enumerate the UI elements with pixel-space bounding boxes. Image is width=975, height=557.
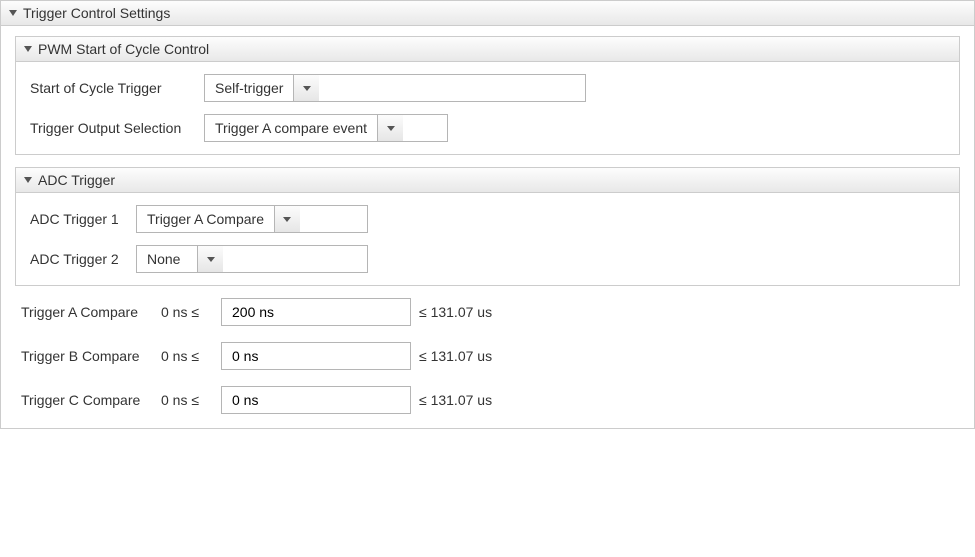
adc-trigger-header[interactable]: ADC Trigger — [16, 168, 959, 193]
trigger-b-compare-row: Trigger B Compare 0 ns ≤ ≤ 131.07 us — [15, 342, 960, 370]
chevron-down-icon — [303, 86, 311, 91]
combo-button[interactable] — [293, 75, 319, 101]
trigger-a-compare-input[interactable] — [221, 298, 411, 326]
start-of-cycle-trigger-label: Start of Cycle Trigger — [30, 80, 194, 96]
trigger-control-settings-header[interactable]: Trigger Control Settings — [1, 1, 974, 26]
adc-trigger-1-label: ADC Trigger 1 — [30, 211, 126, 227]
adc-trigger-panel: ADC Trigger ADC Trigger 1 Trigger A Comp… — [15, 167, 960, 286]
row-tos: Trigger Output Selection Trigger A compa… — [30, 114, 945, 142]
trigger-c-compare-max: ≤ 131.07 us — [419, 392, 519, 408]
panel-title: Trigger Control Settings — [23, 5, 170, 21]
chevron-down-icon — [24, 46, 32, 52]
chevron-down-icon — [387, 126, 395, 131]
trigger-control-settings-panel: Trigger Control Settings PWM Start of Cy… — [0, 0, 975, 429]
chevron-down-icon — [207, 257, 215, 262]
trigger-c-compare-row: Trigger C Compare 0 ns ≤ ≤ 131.07 us — [15, 386, 960, 414]
adc-trigger-2-label: ADC Trigger 2 — [30, 251, 126, 267]
combo-button[interactable] — [377, 115, 403, 141]
combo-text: None — [137, 246, 197, 272]
pwm-start-of-cycle-panel: PWM Start of Cycle Control Start of Cycl… — [15, 36, 960, 155]
chevron-down-icon — [24, 177, 32, 183]
trigger-b-compare-max: ≤ 131.07 us — [419, 348, 519, 364]
trigger-a-compare-min: 0 ns ≤ — [161, 304, 213, 320]
pwm-start-of-cycle-header[interactable]: PWM Start of Cycle Control — [16, 37, 959, 62]
trigger-b-compare-label: Trigger B Compare — [21, 348, 153, 364]
chevron-down-icon — [283, 217, 291, 222]
subpanel-title: PWM Start of Cycle Control — [38, 41, 209, 57]
trigger-b-compare-input[interactable] — [221, 342, 411, 370]
trigger-a-compare-max: ≤ 131.07 us — [419, 304, 519, 320]
trigger-c-compare-input[interactable] — [221, 386, 411, 414]
trigger-c-compare-label: Trigger C Compare — [21, 392, 153, 408]
trigger-output-selection-select[interactable]: Trigger A compare event — [204, 114, 448, 142]
row-adc2: ADC Trigger 2 None — [30, 245, 945, 273]
combo-button[interactable] — [274, 206, 300, 232]
chevron-down-icon — [9, 10, 17, 16]
combo-text: Trigger A Compare — [137, 206, 274, 232]
combo-text: Self-trigger — [205, 75, 293, 101]
adc-trigger-2-select[interactable]: None — [136, 245, 368, 273]
adc-body: ADC Trigger 1 Trigger A Compare ADC Trig… — [16, 193, 959, 285]
pwm-body: Start of Cycle Trigger Self-trigger Trig… — [16, 62, 959, 154]
combo-button[interactable] — [197, 246, 223, 272]
row-adc1: ADC Trigger 1 Trigger A Compare — [30, 205, 945, 233]
subpanel-title: ADC Trigger — [38, 172, 115, 188]
trigger-c-compare-min: 0 ns ≤ — [161, 392, 213, 408]
adc-trigger-1-select[interactable]: Trigger A Compare — [136, 205, 368, 233]
trigger-b-compare-min: 0 ns ≤ — [161, 348, 213, 364]
panel-body: PWM Start of Cycle Control Start of Cycl… — [1, 26, 974, 428]
trigger-a-compare-row: Trigger A Compare 0 ns ≤ ≤ 131.07 us — [15, 298, 960, 326]
row-soc: Start of Cycle Trigger Self-trigger — [30, 74, 945, 102]
trigger-a-compare-label: Trigger A Compare — [21, 304, 153, 320]
start-of-cycle-trigger-select[interactable]: Self-trigger — [204, 74, 586, 102]
combo-text: Trigger A compare event — [205, 115, 377, 141]
trigger-output-selection-label: Trigger Output Selection — [30, 120, 194, 136]
